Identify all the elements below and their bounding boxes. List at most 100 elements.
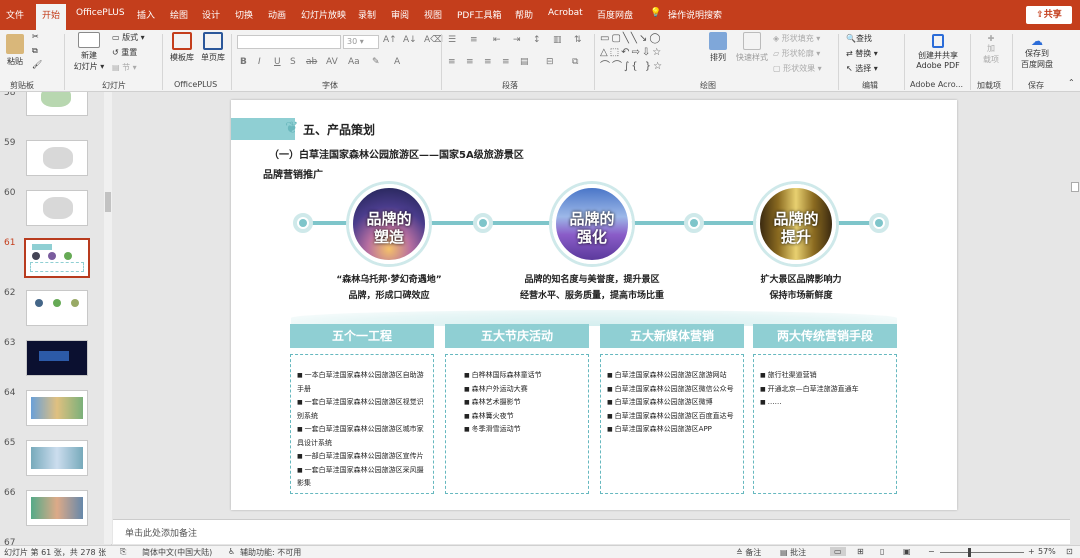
select-button[interactable]: ↖ 选择 ▾	[846, 63, 878, 74]
slide-scroll-thumb[interactable]	[1071, 182, 1079, 192]
align-left-icon[interactable]: ≡	[448, 57, 456, 67]
cut-icon[interactable]: ✂	[32, 32, 39, 41]
spellcheck-icon[interactable]: ⎘	[120, 547, 126, 557]
tab-help[interactable]: 帮助	[515, 8, 533, 21]
comments-button[interactable]: ▤ 批注	[780, 547, 806, 558]
section-button[interactable]: ▤ 节 ▾	[112, 62, 137, 73]
slide-thumbnail[interactable]	[26, 92, 88, 116]
shape-effects-button[interactable]: ▢ 形状效果 ▾	[773, 63, 822, 74]
single-page-library-button[interactable]: 单页库	[199, 32, 227, 63]
tab-acrobat[interactable]: Acrobat	[548, 8, 583, 18]
share-button[interactable]: ⇪共享	[1026, 6, 1072, 24]
notes-toggle-button[interactable]: ≙ 备注	[736, 547, 761, 558]
tab-animations[interactable]: 动画	[268, 8, 286, 21]
list-item: 开通北京—白草洼旅游直通车	[760, 383, 890, 397]
smartart-icon[interactable]: ⧉	[572, 57, 578, 67]
copy-icon[interactable]: ⧉	[32, 46, 38, 56]
text-direction-icon[interactable]: ⇅	[574, 35, 582, 45]
underline-icon[interactable]: U	[274, 57, 281, 67]
decrease-font-icon[interactable]: A↓	[403, 35, 417, 45]
align-text-icon[interactable]: ⊟	[546, 57, 554, 67]
slide-thumbnail-selected[interactable]	[24, 238, 90, 278]
increase-font-icon[interactable]: A↑	[383, 35, 397, 45]
tab-home[interactable]: 开始	[36, 4, 67, 30]
template-library-button[interactable]: 模板库	[168, 32, 196, 63]
tab-officeplus[interactable]: OfficePLUS	[76, 8, 125, 18]
reset-button[interactable]: ↺ 重置	[112, 47, 137, 58]
align-right-icon[interactable]: ≡	[484, 57, 492, 67]
slide-sorter-icon[interactable]: ⊞	[857, 547, 864, 556]
reading-view-icon[interactable]: ▯	[880, 547, 884, 556]
fit-slide-icon[interactable]: ⊡	[1066, 547, 1073, 556]
new-slide-button[interactable]: 新建 幻灯片 ▾	[72, 32, 106, 72]
language-indicator[interactable]: 简体中文(中国大陆)	[142, 547, 212, 558]
thumbnail-scroll-thumb[interactable]	[105, 192, 111, 212]
slide-scrollbar[interactable]	[1070, 92, 1080, 544]
zoom-out-icon[interactable]: −	[928, 547, 935, 556]
decrease-indent-icon[interactable]: ⇤	[493, 35, 501, 45]
tab-insert[interactable]: 插入	[137, 8, 155, 21]
tab-record[interactable]: 录制	[358, 8, 376, 21]
zoom-slider-thumb[interactable]	[968, 548, 971, 557]
save-to-baidu-button[interactable]: ☁ 保存到 百度网盘	[1018, 34, 1056, 70]
collapse-ribbon-icon[interactable]: ⌃	[1068, 78, 1075, 87]
italic-icon[interactable]: I	[258, 57, 261, 67]
tab-view[interactable]: 视图	[424, 8, 442, 21]
shape-fill-button[interactable]: ◈ 形状填充 ▾	[773, 33, 820, 44]
columns-icon[interactable]: ▥	[553, 35, 562, 45]
slide-thumbnail[interactable]	[26, 340, 88, 376]
create-share-pdf-button[interactable]: 创建并共享 Adobe PDF	[910, 34, 966, 70]
tab-slideshow[interactable]: 幻灯片放映	[301, 8, 346, 21]
zoom-slider[interactable]	[940, 552, 1024, 553]
zoom-level[interactable]: 57%	[1038, 547, 1056, 556]
slide-thumbnail[interactable]	[26, 190, 88, 226]
tab-file[interactable]: 文件	[6, 8, 24, 21]
justify-icon[interactable]: ≡	[502, 57, 510, 67]
slide-thumbnail[interactable]	[26, 290, 88, 326]
tab-pdf-toolbox[interactable]: PDF工具箱	[457, 8, 502, 21]
shapes-gallery[interactable]: ▭▢╲╲↘◯ △⬚↶⇨⇩☆ ⌒⌒∫{ }☆	[600, 32, 688, 76]
accessibility-status[interactable]: 辅助功能: 不可用	[240, 547, 301, 558]
tab-draw[interactable]: 绘图	[170, 8, 188, 21]
normal-view-icon[interactable]: ▭	[830, 547, 846, 556]
increase-indent-icon[interactable]: ⇥	[513, 35, 521, 45]
slide-thumbnail[interactable]	[26, 490, 88, 526]
format-painter-icon[interactable]: 🖌	[32, 60, 42, 69]
tab-design[interactable]: 设计	[202, 8, 220, 21]
tell-me-search[interactable]: 操作说明搜索	[668, 8, 722, 21]
slide-canvas[interactable]: ❦ 五、产品策划 （一）白草洼国家森林公园旅游区——国家5A级旅游景区 品牌营销…	[231, 100, 957, 510]
bold-icon[interactable]: B	[240, 57, 247, 67]
distribute-icon[interactable]: ▤	[520, 57, 529, 67]
notes-pane[interactable]: 单击此处添加备注	[113, 519, 1070, 544]
thumbnail-scrollbar[interactable]	[104, 92, 112, 544]
addins-button[interactable]: ✚ 加载项	[978, 34, 1004, 65]
font-color-icon[interactable]: A	[394, 57, 400, 67]
shape-outline-button[interactable]: ▱ 形状轮廓 ▾	[773, 48, 820, 59]
char-spacing-icon[interactable]: AV	[326, 57, 338, 67]
highlight-icon[interactable]: ✎	[372, 57, 380, 67]
shadow-icon[interactable]: S	[290, 57, 296, 67]
quick-styles-button[interactable]: 快速样式	[734, 32, 770, 63]
font-name-combo[interactable]	[237, 35, 341, 49]
slide-thumbnail[interactable]	[26, 390, 88, 426]
slide-thumbnail[interactable]	[26, 440, 88, 476]
replace-button[interactable]: ⇄ 替换 ▾	[846, 48, 878, 59]
tab-review[interactable]: 审阅	[391, 8, 409, 21]
line-spacing-icon[interactable]: ↕	[533, 35, 541, 45]
slide-thumbnail[interactable]	[26, 140, 88, 176]
arrange-button[interactable]: 排列	[704, 32, 732, 63]
bullets-icon[interactable]: ☰	[448, 35, 456, 45]
separator	[231, 34, 232, 90]
find-button[interactable]: 🔍查找	[846, 33, 872, 44]
numbering-icon[interactable]: ≡	[470, 35, 478, 45]
slideshow-icon[interactable]: ▣	[903, 547, 911, 556]
font-size-combo[interactable]: 30 ▾	[343, 35, 379, 49]
layout-button[interactable]: ▭ 版式 ▾	[112, 32, 145, 43]
zoom-in-icon[interactable]: +	[1028, 547, 1035, 556]
change-case-icon[interactable]: Aa	[348, 57, 360, 67]
strikethrough-icon[interactable]: ab	[306, 57, 317, 67]
tab-transitions[interactable]: 切换	[235, 8, 253, 21]
paste-button[interactable]: 粘贴	[4, 34, 26, 67]
tab-baidu-netdisk[interactable]: 百度网盘	[597, 8, 633, 21]
align-center-icon[interactable]: ≡	[466, 57, 474, 67]
